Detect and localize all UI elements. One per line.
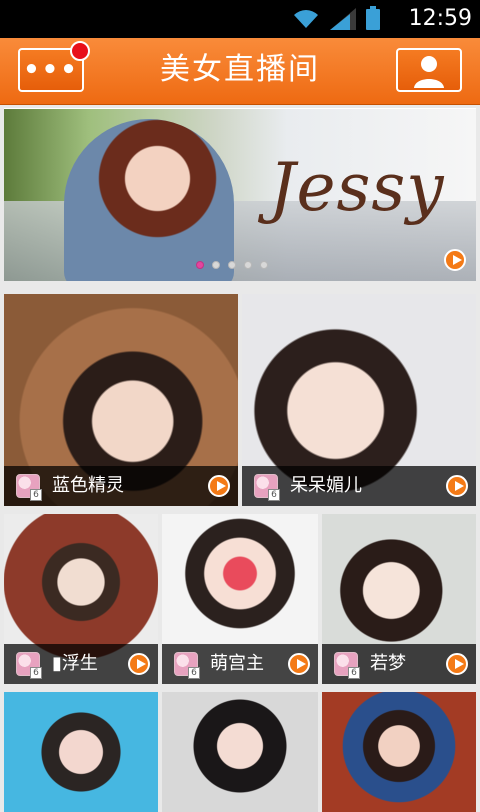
status-icons (292, 6, 380, 30)
play-icon[interactable] (208, 475, 230, 497)
host-caption: 呆呆媚儿 (242, 466, 476, 506)
play-icon[interactable] (288, 653, 310, 675)
level-avatar-icon (254, 474, 280, 501)
host-card[interactable]: ▮浮生 (4, 514, 158, 684)
carousel-dot[interactable] (260, 261, 268, 269)
host-card[interactable]: 呆呆媚儿 (242, 294, 476, 506)
host-card[interactable]: 若梦 (322, 514, 476, 684)
status-bar: 12:59 (0, 0, 480, 38)
carousel-dot[interactable] (244, 261, 252, 269)
host-card[interactable] (322, 692, 476, 812)
host-name: ▮浮生 (52, 653, 98, 674)
banner-carousel[interactable]: Jessy (4, 108, 476, 281)
host-card[interactable]: 萌宫主 (162, 514, 318, 684)
banner-title: Jessy (269, 149, 445, 226)
host-name: 萌宫主 (210, 653, 264, 674)
app-header: ••• 美女直播间 (0, 38, 480, 105)
host-caption: 若梦 (322, 644, 476, 684)
level-avatar-icon (16, 652, 42, 679)
carousel-dot[interactable] (212, 261, 220, 269)
signal-icon (330, 8, 356, 30)
host-photo (162, 692, 318, 812)
carousel-dot[interactable] (228, 261, 236, 269)
host-name: 呆呆媚儿 (290, 475, 362, 496)
host-name: 蓝色精灵 (52, 475, 124, 496)
host-card[interactable]: 蓝色精灵 (4, 294, 238, 506)
host-card[interactable] (162, 692, 318, 812)
play-icon[interactable] (128, 653, 150, 675)
user-icon (414, 56, 444, 88)
status-time: 12:59 (408, 6, 472, 31)
level-avatar-icon (174, 652, 200, 679)
banner-play-icon[interactable] (444, 249, 466, 271)
host-photo (4, 692, 158, 812)
host-card[interactable] (4, 692, 158, 812)
level-avatar-icon (16, 474, 42, 501)
host-caption: 蓝色精灵 (4, 466, 238, 506)
play-icon[interactable] (446, 475, 468, 497)
carousel-dot[interactable] (196, 261, 204, 269)
carousel-indicators (196, 261, 268, 269)
host-photo (322, 692, 476, 812)
play-icon[interactable] (446, 653, 468, 675)
level-avatar-icon (334, 652, 360, 679)
host-caption: 萌宫主 (162, 644, 318, 684)
banner-image (64, 119, 234, 281)
profile-button[interactable] (396, 48, 462, 92)
host-caption: ▮浮生 (4, 644, 158, 684)
wifi-icon (294, 10, 318, 28)
host-name: 若梦 (370, 653, 406, 674)
battery-icon (366, 6, 380, 30)
